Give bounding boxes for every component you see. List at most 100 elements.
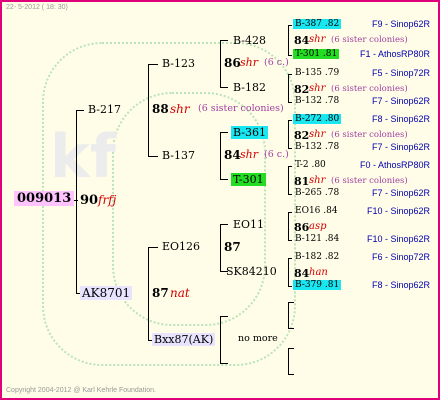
pedigree-node[interactable]: B-132 .78 xyxy=(295,142,339,152)
connector xyxy=(220,40,228,41)
year: 88 xyxy=(152,102,169,116)
year: 87 xyxy=(152,286,169,300)
pedigree-node[interactable]: B-132 .78 xyxy=(295,96,339,106)
connector xyxy=(288,120,292,121)
connector xyxy=(220,224,221,271)
pedigree-node[interactable]: B-361 xyxy=(231,126,268,139)
breeder: shr xyxy=(240,56,258,69)
pedigree-chart: kf 22- 5-2012 ( 18: 30) Copyright 2004-2… xyxy=(0,0,440,400)
pedigree-node[interactable]: EO16 .84 xyxy=(295,206,338,216)
connector xyxy=(220,179,228,180)
pedigree-node[interactable]: B-121 .84 xyxy=(295,234,339,244)
connector xyxy=(220,224,228,225)
pedigree-node[interactable]: B-387 .82 xyxy=(293,19,342,29)
connector xyxy=(288,25,289,55)
pedigree-node[interactable]: SK84210 xyxy=(226,265,277,278)
sister-colonies: (6 sister colonies) xyxy=(198,103,284,114)
breeder: nat xyxy=(170,286,190,300)
connector xyxy=(148,64,149,156)
connector xyxy=(288,258,289,286)
connector xyxy=(288,212,292,213)
pedigree-node[interactable]: AK8701 xyxy=(80,286,133,300)
sister-colonies: (6 sister colonies) xyxy=(331,176,408,186)
connector xyxy=(288,74,292,75)
connector xyxy=(288,348,294,349)
pedigree-node[interactable]: EO126 xyxy=(162,240,200,253)
breeder: shr xyxy=(240,148,258,161)
sister-colonies: (6 sister colonies) xyxy=(331,35,408,45)
sister-colonies: (6 c.) xyxy=(264,57,289,68)
year: 82 xyxy=(294,129,310,142)
lineage-label: F7 - Sinop62R xyxy=(371,188,430,198)
connector xyxy=(288,258,292,259)
pedigree-node[interactable]: T-301 xyxy=(231,173,266,186)
year: 81 xyxy=(294,175,310,188)
connector xyxy=(76,110,77,294)
breeder: shr xyxy=(309,175,326,186)
pedigree-node[interactable]: B-379 .81 xyxy=(293,280,342,290)
year: 82 xyxy=(294,83,310,96)
lineage-label: F9 - Sinop62R xyxy=(371,19,430,29)
lineage-label: F7 - Sinop62R xyxy=(371,96,430,106)
no-more-label: no more xyxy=(238,333,278,344)
breeder: shr xyxy=(170,102,190,116)
sister-colonies: (6 sister colonies) xyxy=(331,130,408,140)
year: 86 xyxy=(294,221,310,234)
sister-colonies: (6 c.) xyxy=(264,149,289,160)
pedigree-node[interactable]: B-272 .80 xyxy=(293,114,342,124)
lineage-label: F1 - AthosRP80R xyxy=(359,49,430,59)
breeder: han xyxy=(309,267,328,278)
connector xyxy=(288,102,292,103)
pedigree-node[interactable]: T-301 .81 xyxy=(293,49,340,59)
connector xyxy=(148,64,158,65)
root-breeder: frfj xyxy=(98,193,117,207)
connector xyxy=(220,316,228,317)
connector xyxy=(288,302,289,328)
pedigree-node[interactable]: EO11 xyxy=(233,218,264,231)
date-stamp: 22- 5-2012 ( 18: 30) xyxy=(6,4,68,11)
connector xyxy=(288,212,289,240)
year: 84 xyxy=(294,267,310,280)
root-year: 90 xyxy=(80,193,99,208)
copyright: Copyright 2004-2012 @ Karl Kehrle Founda… xyxy=(6,387,156,394)
pedigree-node[interactable]: B-428 xyxy=(233,34,266,47)
connector xyxy=(220,132,221,179)
pedigree-node[interactable]: Bxx87(AK) xyxy=(152,333,216,346)
connector xyxy=(288,240,292,241)
breeder: asp xyxy=(309,221,327,232)
pedigree-node[interactable]: B-137 xyxy=(162,149,195,162)
lineage-label: F10 - Sinop62R xyxy=(366,234,430,244)
sister-colonies: (6 sister colonies) xyxy=(331,84,408,94)
connector xyxy=(288,194,292,195)
connector xyxy=(288,374,294,375)
connector xyxy=(76,110,84,111)
connector xyxy=(288,120,289,148)
lineage-label: F8 - Sinop62R xyxy=(371,280,430,290)
year: 86 xyxy=(224,56,241,70)
breeder: shr xyxy=(309,129,326,140)
year: 84 xyxy=(294,34,310,47)
connector xyxy=(220,40,221,87)
lineage-label: F10 - Sinop62R xyxy=(366,206,430,216)
connector xyxy=(220,87,228,88)
lineage-label: F7 - Sinop62R xyxy=(371,142,430,152)
connector xyxy=(288,55,292,56)
connector xyxy=(148,247,158,248)
connector xyxy=(220,132,228,133)
pedigree-node[interactable]: B-135 .79 xyxy=(295,68,339,78)
pedigree-node[interactable]: B-217 xyxy=(88,103,121,116)
connector xyxy=(288,328,294,329)
watermark: kf xyxy=(50,122,117,192)
pedigree-node[interactable]: B-182 .82 xyxy=(295,252,339,262)
pedigree-node[interactable]: B-265 .78 xyxy=(295,188,339,198)
lineage-label: F8 - Sinop62R xyxy=(371,114,430,124)
pedigree-node[interactable]: B-182 xyxy=(233,81,266,94)
breeder: shr xyxy=(309,34,326,45)
connector xyxy=(220,316,221,363)
pedigree-node[interactable]: T-2 .80 xyxy=(295,160,326,170)
lineage-label: F5 - Sinop72R xyxy=(371,68,430,78)
pedigree-node[interactable]: B-123 xyxy=(162,57,195,70)
connector xyxy=(148,156,158,157)
connector xyxy=(288,302,294,303)
root-queen-id[interactable]: 009013 xyxy=(14,191,75,206)
